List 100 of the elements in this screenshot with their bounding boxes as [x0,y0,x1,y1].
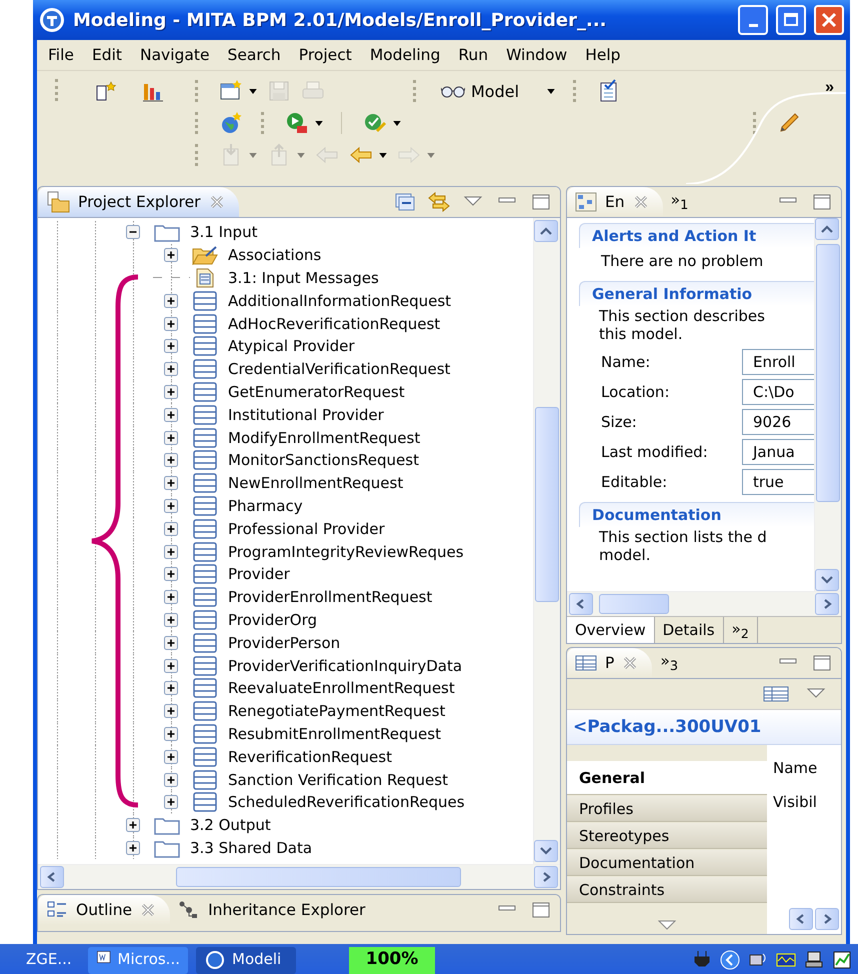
taskbar-button[interactable]: Modeli [196,947,296,974]
tree-item[interactable]: 3.1 Input [190,223,258,242]
tree-item[interactable]: Institutional Provider [228,406,384,424]
scroll-down-button[interactable] [534,840,558,862]
scroll-left-button[interactable] [569,593,593,615]
table-icon[interactable] [763,685,789,703]
menu-item[interactable]: Edit [82,43,131,67]
perspective-button[interactable]: Model [439,78,558,104]
tree-item[interactable]: CredentialVerificationRequest [228,360,450,378]
minimize-button[interactable] [738,5,768,35]
expander-icon[interactable] [164,636,178,650]
expander-icon[interactable] [164,453,178,468]
chart-icon[interactable] [832,949,852,971]
maximize-icon[interactable] [530,192,552,212]
vertical-scrollbar[interactable] [814,218,841,591]
horizontal-scrollbar[interactable] [38,864,560,889]
tree-item[interactable]: ResubmitEnrollmentRequest [228,724,441,743]
tab-close-icon[interactable] [208,194,224,210]
expander-icon[interactable] [164,339,178,354]
category-tab[interactable]: Documentation [567,850,767,876]
horizontal-scrollbar[interactable] [567,591,841,616]
expander-icon[interactable] [164,362,178,376]
scroll-right-button[interactable] [534,866,558,888]
tree-item[interactable]: Pharmacy [228,496,303,515]
category-tab[interactable]: Stereotypes [567,823,767,849]
expander-icon[interactable] [164,294,178,308]
expander-icon[interactable] [164,316,178,331]
tree-item[interactable]: MonitorSanctionsRequest [228,451,419,470]
tree-item[interactable]: ProviderVerificationInquiryData [228,656,462,675]
menu-item[interactable]: File [39,43,83,67]
expander-icon[interactable] [164,498,178,513]
expander-icon[interactable] [164,248,178,262]
back-circle-icon[interactable] [720,949,740,971]
menu-item[interactable]: Modeling [360,43,450,67]
page-tab[interactable]: Overview [567,617,655,643]
maximize-icon[interactable] [811,192,833,212]
collapse-all-icon[interactable] [394,192,416,212]
scroll-left-button[interactable] [789,908,813,930]
maximize-icon[interactable] [811,653,833,673]
scroll-thumb[interactable] [176,867,461,887]
view-tab[interactable]: Project Explorer [38,187,238,217]
expander-icon[interactable] [164,772,178,787]
tree-item[interactable]: RenegotiatePaymentRequest [228,702,446,720]
expander-icon[interactable] [164,681,178,696]
section-heading[interactable]: Alerts and Action It [579,223,814,248]
expander-icon[interactable] [164,795,178,810]
scroll-left-button[interactable] [40,866,64,888]
link-arrows-icon[interactable] [428,192,450,212]
tree-item[interactable]: ProviderPerson [228,634,340,652]
expander-icon[interactable] [164,726,178,741]
expander-icon[interactable] [164,544,178,559]
expander-icon[interactable] [164,522,178,536]
maximize-button[interactable] [776,5,806,35]
expander-icon[interactable] [126,225,140,240]
maximize-icon[interactable] [530,900,552,920]
tree-item[interactable]: Associations [228,246,322,264]
tree-item[interactable]: Provider [228,565,290,584]
section-heading[interactable]: General Informatio [579,281,814,306]
menu-item[interactable]: Search [218,43,290,67]
scroll-up-button[interactable] [815,218,839,240]
category-tab[interactable]: General [567,761,767,795]
expander-icon[interactable] [126,818,140,832]
tree-item[interactable]: ModifyEnrollmentRequest [228,428,420,447]
expander-icon[interactable] [126,840,140,855]
tree-item[interactable]: ScheduledReverificationReques [228,793,465,812]
scroll-thumb[interactable] [816,244,840,502]
tree-item[interactable]: ProgramIntegrityReviewReques [228,542,464,561]
expander-icon[interactable] [164,384,178,399]
scroll-right-button[interactable] [815,593,839,615]
expander-icon[interactable] [164,567,178,582]
expander-icon[interactable] [164,408,178,422]
tree-item[interactable]: 3.3 Shared Data [190,838,312,857]
expander-icon[interactable] [164,704,178,718]
tree-item[interactable]: ReverificationRequest [228,748,392,766]
scroll-up-button[interactable] [534,220,558,242]
tree-item[interactable]: Professional Provider [228,520,385,538]
more-icon[interactable] [658,920,676,930]
taskbar-button[interactable]: ZGE... [0,947,80,974]
close-button[interactable] [814,5,844,35]
category-tab[interactable]: Constraints [567,877,767,903]
tree-item[interactable]: ProviderEnrollmentRequest [228,588,432,606]
tree-item[interactable]: AdditionalInformationRequest [228,292,452,310]
tree-item[interactable]: Sanction Verification Request [228,770,448,789]
section-heading[interactable]: Documentation [579,502,814,527]
scroll-thumb[interactable] [535,407,559,602]
menu-item[interactable]: Window [497,43,576,67]
tree-item[interactable]: AdHocReverificationRequest [228,314,440,333]
tree-item[interactable]: NewEnrollmentRequest [228,474,404,492]
scroll-thumb[interactable] [599,594,669,614]
vertical-scrollbar[interactable] [533,218,560,864]
tree-item[interactable]: 3.2 Output [190,816,271,834]
tree-item[interactable]: ReevaluateEnrollmentRequest [228,679,455,698]
taskbar-button[interactable]: Micros... [88,947,188,974]
expander-icon[interactable] [164,750,178,764]
expander-icon[interactable] [164,590,178,604]
expander-icon[interactable] [164,658,178,673]
tree-item[interactable]: ProviderOrg [228,610,317,629]
scroll-right-button[interactable] [815,908,839,930]
menu-item[interactable]: Navigate [130,43,218,67]
expander-icon[interactable] [164,612,178,627]
